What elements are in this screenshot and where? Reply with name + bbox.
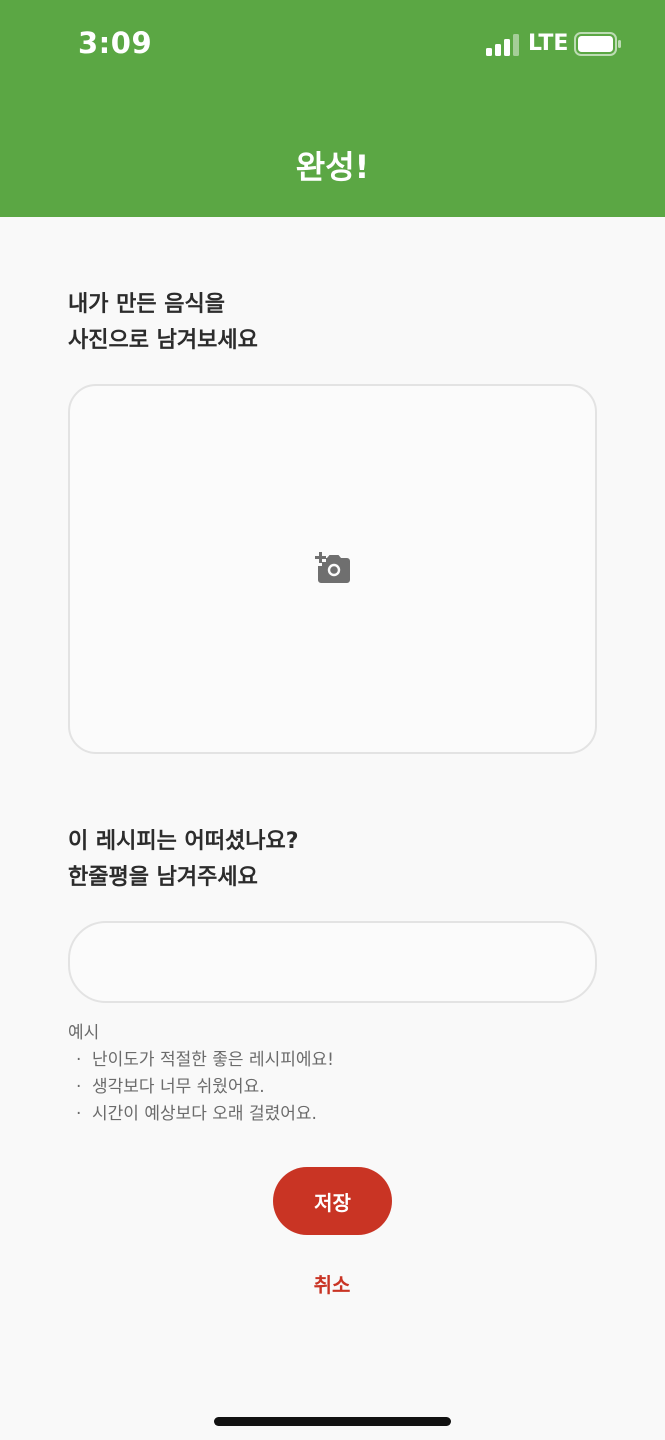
review-label-line2: 한줄평을 남겨주세요 bbox=[68, 865, 258, 890]
add-photo-camera-icon[interactable] bbox=[315, 552, 351, 586]
example-item: · 시간이 예상보다 오래 걸렸어요. bbox=[76, 1104, 317, 1124]
review-input[interactable] bbox=[68, 921, 597, 1003]
example-item: · 생각보다 너무 쉬웠어요. bbox=[76, 1077, 265, 1097]
examples-title: 예시 bbox=[68, 1023, 100, 1043]
example-item: · 난이도가 적절한 좋은 레시피에요! bbox=[76, 1050, 334, 1070]
cancel-button[interactable]: 취소 bbox=[282, 1266, 382, 1300]
photo-upload-area[interactable] bbox=[68, 384, 597, 754]
page-title: 완성! bbox=[295, 148, 370, 186]
status-time: 3:09 bbox=[78, 26, 153, 60]
photo-section-label: 내가 만든 음식을 사진으로 남겨보세요 bbox=[68, 287, 608, 359]
save-button[interactable]: 저장 bbox=[273, 1167, 392, 1235]
photo-label-line1: 내가 만든 음식을 bbox=[68, 292, 225, 317]
network-label: LTE bbox=[528, 31, 569, 56]
signal-icon bbox=[486, 34, 519, 56]
examples-list: 예시 · 난이도가 적절한 좋은 레시피에요! · 생각보다 너무 쉬웠어요. · 시… bbox=[68, 1020, 608, 1128]
review-label-line1: 이 레시피는 어떠셨나요? bbox=[68, 829, 299, 854]
app-header: 3:09 LTE 완성! bbox=[0, 0, 665, 217]
photo-label-line2: 사진으로 남겨보세요 bbox=[68, 328, 258, 353]
home-indicator bbox=[214, 1417, 451, 1426]
status-bar: 3:09 LTE bbox=[0, 0, 665, 90]
review-section-label: 이 레시피는 어떠셨나요? 한줄평을 남겨주세요 bbox=[68, 824, 608, 896]
battery-icon bbox=[574, 32, 621, 56]
